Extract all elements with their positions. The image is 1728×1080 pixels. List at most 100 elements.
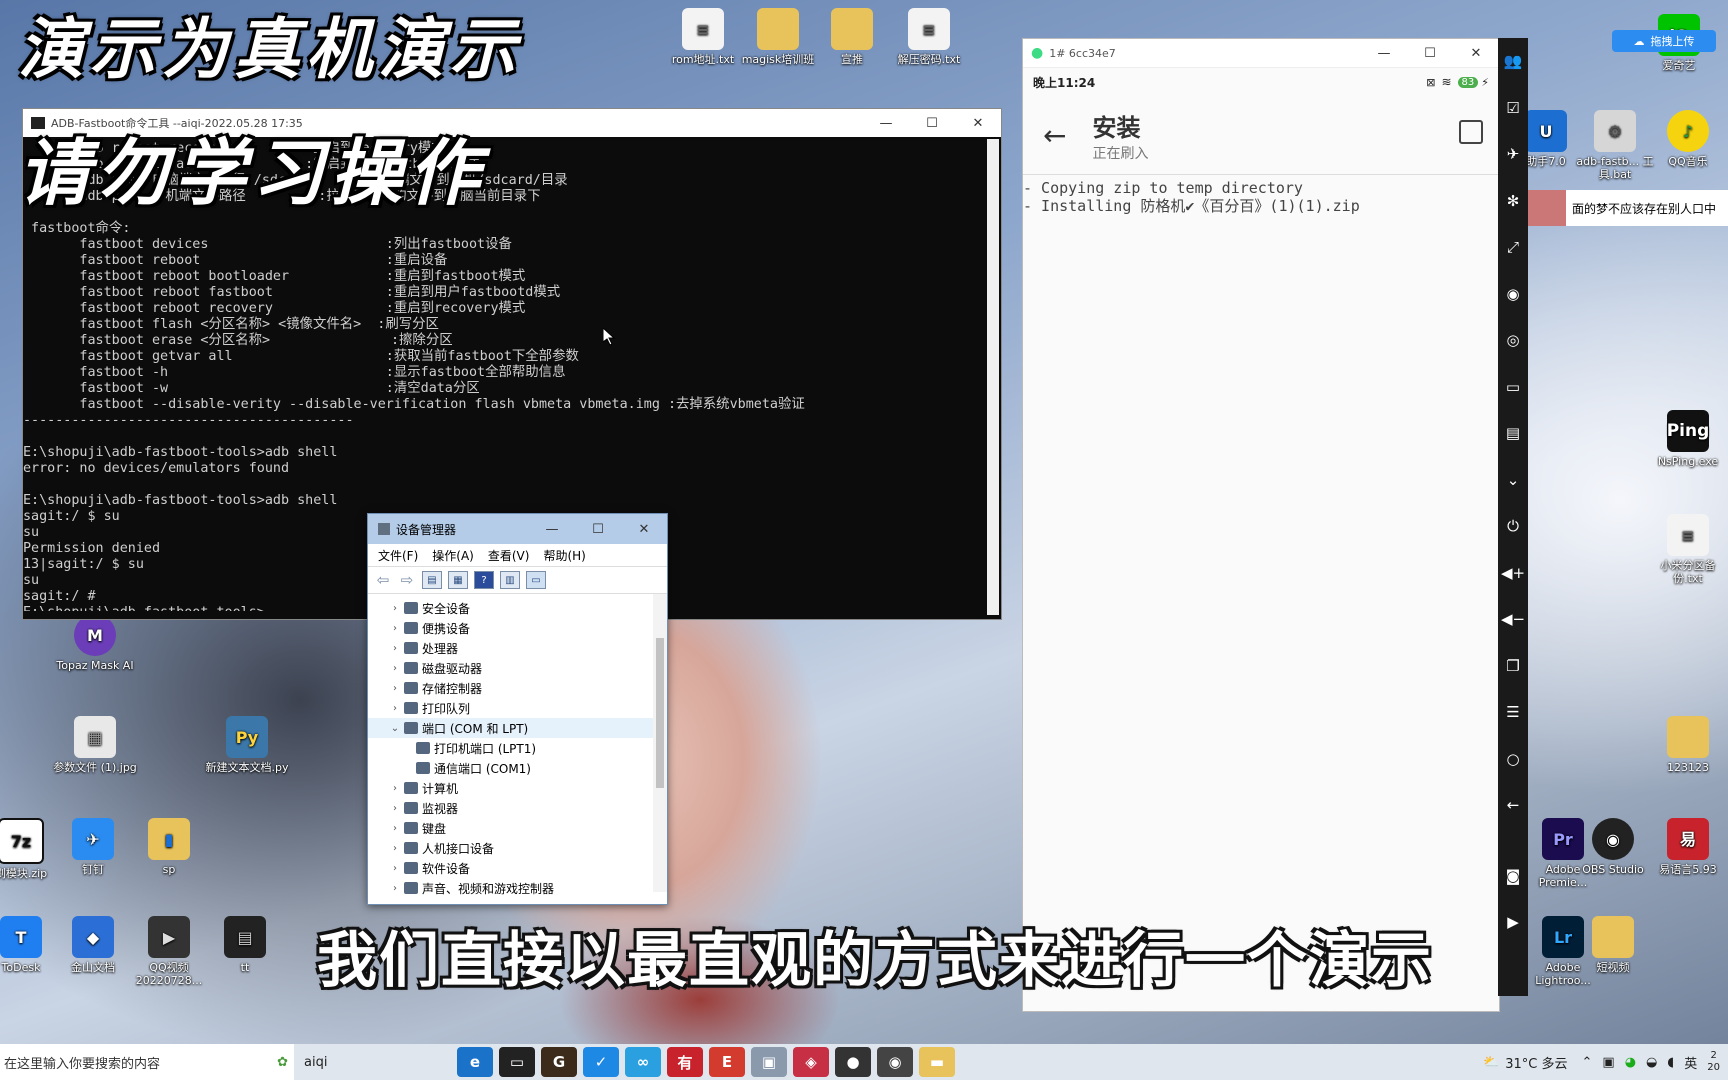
close-icon[interactable]: ✕: [955, 116, 1001, 131]
menu-icon[interactable]: ☰: [1498, 689, 1528, 736]
drag-upload-badge[interactable]: ☁ 拖拽上传: [1612, 30, 1716, 52]
baidu-netdisk-icon[interactable]: ∞: [625, 1047, 661, 1077]
notice-banner[interactable]: 面的梦不应该存在别人口中: [1528, 190, 1728, 226]
volume-down-icon[interactable]: ◀−: [1498, 596, 1528, 643]
chevron-right-icon[interactable]: ›: [388, 823, 402, 834]
record-icon[interactable]: ▶: [1498, 899, 1528, 946]
recent-apps-icon[interactable]: ❐: [1498, 643, 1528, 690]
screenshot-icon[interactable]: ◙: [1498, 853, 1528, 900]
edge-icon[interactable]: e: [457, 1047, 493, 1077]
view-icon[interactable]: ◎: [1498, 317, 1528, 364]
desktop-icon-dingtalk[interactable]: ✈ 钉钉: [50, 818, 136, 876]
volume-up-icon[interactable]: ◀+: [1498, 550, 1528, 597]
device-tree-item[interactable]: › 人机接口设备: [368, 838, 667, 858]
obs-taskbar-icon[interactable]: ◉: [877, 1047, 913, 1077]
youdao-icon[interactable]: 有: [667, 1047, 703, 1077]
desktop-icon-param-jpg[interactable]: ▦ 参数文件 (1).jpg: [52, 716, 138, 774]
recorder-icon[interactable]: ●: [835, 1047, 871, 1077]
chevron-right-icon[interactable]: ›: [388, 663, 402, 674]
device-tree-item[interactable]: › 磁盘驱动器: [368, 658, 667, 678]
chevron-right-icon[interactable]: ›: [388, 683, 402, 694]
chevron-right-icon[interactable]: ›: [388, 843, 402, 854]
power-icon[interactable]: ⏻: [1498, 503, 1528, 550]
chevron-right-icon[interactable]: ›: [388, 883, 402, 894]
home-icon[interactable]: ○: [1498, 736, 1528, 783]
qq-icon[interactable]: ◒: [1646, 1055, 1657, 1070]
e-app-icon[interactable]: E: [709, 1047, 745, 1077]
minimize-icon[interactable]: —: [529, 522, 575, 537]
scan-hardware-icon[interactable]: ▭: [526, 571, 546, 589]
chevron-right-icon[interactable]: ›: [388, 783, 402, 794]
chevron-down-icon[interactable]: ⌄: [388, 723, 402, 734]
device-tree-item[interactable]: › 存储控制器: [368, 678, 667, 698]
chevron-right-icon[interactable]: ›: [388, 703, 402, 714]
device-tree-item[interactable]: › 软件设备: [368, 858, 667, 878]
android-mirror-icon[interactable]: ◈: [793, 1047, 829, 1077]
maximize-icon[interactable]: ☐: [1407, 46, 1453, 61]
device-tree-item[interactable]: › 计算机: [368, 778, 667, 798]
console-scrollbar[interactable]: [987, 139, 999, 615]
menu-file[interactable]: 文件(F): [378, 547, 418, 564]
device-tree-item[interactable]: › 安全设备: [368, 598, 667, 618]
device-tree-child-item[interactable]: 打印机端口 (LPT1): [368, 738, 667, 758]
app-g-icon[interactable]: G: [541, 1047, 577, 1077]
save-icon[interactable]: [1459, 120, 1483, 144]
back-arrow-icon[interactable]: ⇦: [374, 571, 392, 589]
window-icon[interactable]: ▭: [1498, 364, 1528, 411]
chevron-up-icon[interactable]: ⌃: [1582, 1055, 1593, 1070]
desktop-icon-unzip-password[interactable]: ≡ 解压密码.txt: [884, 8, 974, 66]
chevron-right-icon[interactable]: ›: [388, 623, 402, 634]
maximize-icon[interactable]: ☐: [575, 522, 621, 537]
device-tree-child-item[interactable]: 通信端口 (COM1): [368, 758, 667, 778]
desktop-icon-nsping[interactable]: Ping NsPing.exe: [1648, 410, 1728, 468]
wechat-icon[interactable]: ◕: [1625, 1055, 1636, 1070]
device-tree-item[interactable]: › 便携设备: [368, 618, 667, 638]
maximize-icon[interactable]: ☐: [909, 116, 955, 131]
show-hide-tree-icon[interactable]: ▤: [422, 571, 442, 589]
menu-view[interactable]: 查看(V): [488, 547, 530, 564]
desktop-icon-short-video[interactable]: 短视频: [1578, 916, 1648, 974]
device-manager-window[interactable]: 设备管理器 — ☐ ✕ 文件(F) 操作(A) 查看(V) 帮助(H) ⇦ ⇨ …: [367, 513, 668, 905]
terminal-icon[interactable]: ▭: [499, 1047, 535, 1077]
eye-icon[interactable]: ◉: [1498, 271, 1528, 318]
desktop-icon-adb-bat[interactable]: ⚙ adb-fastb... 工具.bat: [1570, 110, 1660, 181]
details-icon[interactable]: ▥: [500, 571, 520, 589]
phone-window-titlebar[interactable]: ● 1# 6cc34e7 — ☐ ✕: [1023, 39, 1499, 68]
desktop-icon-obs[interactable]: ◉ OBS Studio: [1578, 818, 1648, 876]
desktop-icon-topaz[interactable]: M Topaz Mask AI: [52, 614, 138, 672]
collapse-icon[interactable]: ⌄: [1498, 457, 1528, 504]
airplane-icon[interactable]: ✈: [1498, 131, 1528, 178]
desktop-icon-sp[interactable]: ▮ sp: [126, 818, 212, 876]
settings-dot-icon[interactable]: ✻: [1498, 178, 1528, 225]
tray-app-icon[interactable]: ▣: [1602, 1055, 1614, 1070]
taskbar-search-box[interactable]: 在这里输入你要搜索的内容 ✿: [0, 1044, 294, 1080]
forward-arrow-icon[interactable]: ⇨: [398, 571, 416, 589]
device-tree-item[interactable]: › 处理器: [368, 638, 667, 658]
checkbox-icon[interactable]: ☑: [1498, 85, 1528, 132]
desktop-icon-eyuyan[interactable]: 易 易语言5.93: [1648, 818, 1728, 876]
desktop-icon-magisk[interactable]: magisk培训班: [738, 8, 818, 66]
todo-icon[interactable]: ✓: [583, 1047, 619, 1077]
desktop-icon-tt[interactable]: ▤ tt: [202, 916, 288, 974]
desktop-icon-xiaomi-backup[interactable]: ≡ 小米分区备份.txt: [1648, 514, 1728, 585]
desktop-icon-qq-video[interactable]: ▶ QQ视频 20220728...: [126, 916, 212, 987]
chevron-right-icon[interactable]: ›: [388, 863, 402, 874]
minimize-icon[interactable]: —: [863, 116, 909, 131]
taskbar-weather[interactable]: 31°C 多云: [1505, 1053, 1567, 1072]
desktop-icon-qqmusic[interactable]: ♪ QQ音乐: [1648, 110, 1728, 168]
menu-help[interactable]: 帮助(H): [543, 547, 585, 564]
back-arrow-icon[interactable]: ←: [1043, 119, 1066, 152]
device-manager-taskbar-icon[interactable]: ▣: [751, 1047, 787, 1077]
menu-action[interactable]: 操作(A): [432, 547, 474, 564]
phone-mirror-window[interactable]: ● 1# 6cc34e7 — ☐ ✕ 晚上11:24 ⊠ ≋ 83 ⚡ ← 安装…: [1022, 38, 1500, 1012]
device-tree-scrollbar[interactable]: [653, 594, 667, 892]
desktop-icon-xuantui[interactable]: 宣推: [812, 8, 892, 66]
device-tree-item[interactable]: › 键盘: [368, 818, 667, 838]
desktop-icon-kdocs[interactable]: ◆ 金山文档: [50, 916, 136, 974]
device-tree-item[interactable]: › 监视器: [368, 798, 667, 818]
input-method[interactable]: 英: [1684, 1053, 1697, 1072]
fullscreen-icon[interactable]: ⤢: [1498, 224, 1528, 271]
desktop-icon-rom-txt[interactable]: ≡ rom地址.txt: [666, 8, 740, 66]
properties-icon[interactable]: ▦: [448, 571, 468, 589]
chevron-right-icon[interactable]: ›: [388, 643, 402, 654]
